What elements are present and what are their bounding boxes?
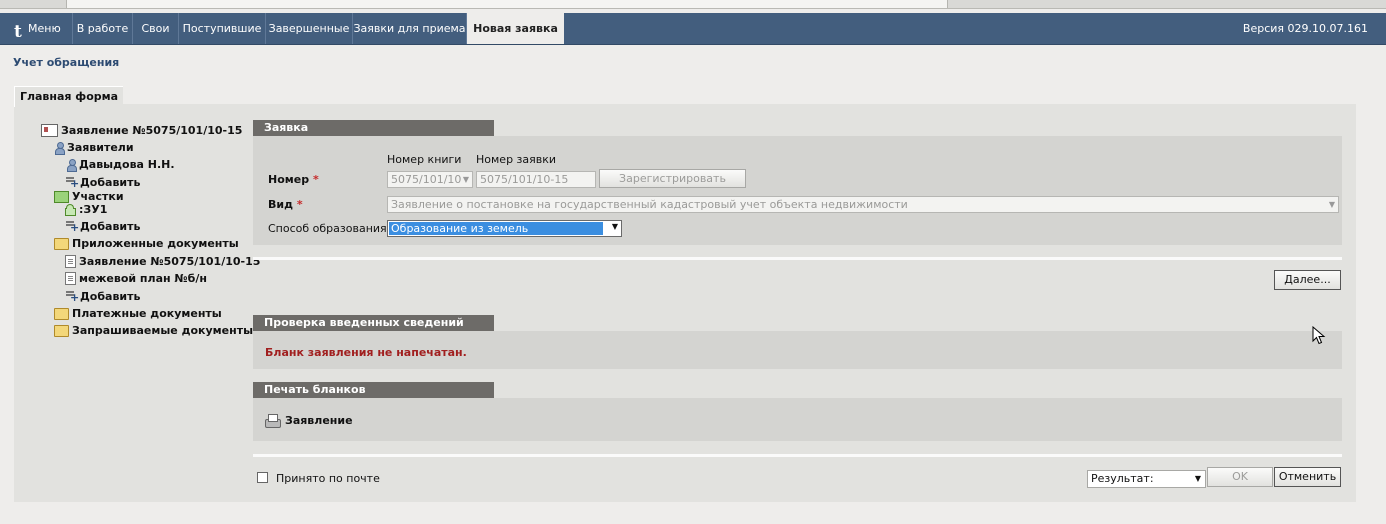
tree-attached-docs-label: Приложенные документы [72, 237, 239, 250]
tab-requests-for-reception[interactable]: Заявки для приема [353, 13, 467, 44]
request-number-value: 5075/101/10-15 [480, 173, 569, 186]
folder-icon [54, 307, 69, 320]
tree-plot-label: :ЗУ1 [79, 203, 108, 216]
tree-add-label: Добавить [80, 290, 141, 303]
tab-new-request[interactable]: Новая заявка [467, 13, 564, 44]
result-select[interactable]: Результат: ▼ [1087, 470, 1206, 488]
chevron-down-icon: ▼ [1194, 474, 1201, 483]
request-number-column-label: Номер заявки [476, 153, 557, 166]
formation-method-select[interactable]: Образование из земель ▼ [387, 220, 622, 237]
ok-button[interactable]: OK [1207, 467, 1273, 487]
footer-divider [253, 454, 1342, 457]
menu-label: Меню [28, 22, 61, 35]
folder-green-icon [54, 190, 69, 203]
required-marker: * [296, 198, 303, 211]
received-by-mail-checkbox[interactable] [257, 472, 268, 483]
tree-add-applicant[interactable]: Добавить [66, 176, 140, 189]
print-application-link[interactable]: Заявление [265, 414, 353, 428]
tree-root-label: Заявление №5075/101/10-15 [61, 124, 243, 137]
section-divider [253, 257, 1342, 260]
tree-add-plot[interactable]: Добавить [66, 220, 140, 233]
folder-icon [54, 324, 69, 337]
cancel-button[interactable]: Отменить [1274, 467, 1341, 487]
tree-payment-docs[interactable]: Платежные документы [54, 307, 222, 320]
person-icon [66, 158, 77, 172]
type-label: Вид * [268, 198, 303, 211]
app-logo-icon: t [14, 22, 22, 42]
chevron-down-icon: ▼ [462, 175, 469, 184]
print-application-label: Заявление [285, 414, 353, 427]
tab-own[interactable]: Свои [133, 13, 179, 44]
tree-applicant-label: Давыдова Н.Н. [79, 158, 175, 171]
tree-plots[interactable]: Участки [54, 190, 124, 203]
tree-attached-doc-item[interactable]: межевой план №б/н [65, 272, 207, 285]
document-icon [65, 272, 76, 285]
next-button[interactable]: Далее... [1274, 270, 1341, 290]
tree-plot-item[interactable]: :ЗУ1 [64, 203, 107, 216]
tree-applicants-label: Заявители [67, 141, 134, 154]
request-section-header: Заявка [253, 120, 494, 136]
print-section-header: Печать бланков [253, 382, 494, 398]
formation-method-label: Способ образования ЗУ [268, 222, 404, 235]
tree-attached-doc-label: межевой план №б/н [79, 272, 207, 285]
browser-tab[interactable] [66, 0, 948, 8]
tree-applicants[interactable]: Заявители [54, 141, 134, 155]
chevron-down-icon: ▼ [611, 222, 618, 231]
tab-in-work[interactable]: В работе [73, 13, 133, 44]
tree-add-label: Добавить [80, 176, 141, 189]
chevron-down-icon: ▼ [1328, 200, 1335, 209]
formation-method-value: Образование из земель [389, 222, 603, 235]
type-select[interactable]: Заявление о постановке на государственны… [387, 196, 1339, 213]
tree-applicant-item[interactable]: Давыдова Н.Н. [66, 158, 175, 172]
tree-attached-docs[interactable]: Приложенные документы [54, 237, 239, 250]
tab-incoming[interactable]: Поступившие [179, 13, 266, 44]
add-icon [66, 221, 79, 233]
page-title: Учет обращения [13, 56, 120, 69]
type-label-text: Вид [268, 198, 293, 211]
book-number-select[interactable]: 5075/101/10 ▼ [387, 171, 473, 188]
print-section-body [253, 398, 1342, 441]
number-label: Номер * [268, 173, 319, 186]
number-label-text: Номер [268, 173, 310, 186]
menu-button[interactable]: t Меню [0, 13, 73, 44]
mouse-cursor-icon [1312, 326, 1326, 345]
printer-icon [265, 414, 281, 428]
tab-completed[interactable]: Завершенные [266, 13, 353, 44]
land-plot-icon [64, 204, 76, 216]
request-number-input[interactable]: 5075/101/10-15 [476, 171, 596, 188]
required-marker: * [312, 173, 319, 186]
tree-attached-doc-item[interactable]: Заявление №5075/101/10-15 [65, 255, 260, 268]
received-by-mail-label: Принято по почте [276, 472, 380, 485]
tree-add-label: Добавить [80, 220, 141, 233]
add-icon [66, 177, 79, 189]
check-error-message: Бланк заявления не напечатан. [265, 346, 467, 359]
tab-main-form[interactable]: Главная форма [14, 86, 123, 107]
tree-add-document[interactable]: Добавить [66, 290, 140, 303]
browser-tab-strip [0, 0, 1386, 9]
check-section-header: Проверка введенных сведений [253, 315, 494, 331]
add-icon [66, 291, 79, 303]
top-navbar: t Меню В работе Свои Поступившие Заверше… [0, 13, 1386, 45]
result-select-value: Результат: [1091, 472, 1154, 485]
application-card-icon [41, 124, 58, 137]
version-label: Версия 029.10.07.161 [1242, 22, 1368, 35]
book-number-column-label: Номер книги [387, 153, 462, 166]
tree-requested-docs[interactable]: Запрашиваемые документы [54, 324, 253, 337]
tree-attached-doc-label: Заявление №5075/101/10-15 [79, 255, 261, 268]
tree-payment-docs-label: Платежные документы [72, 307, 222, 320]
register-button[interactable]: Зарегистрировать [599, 169, 746, 188]
applicants-icon [54, 141, 65, 155]
tree-plots-label: Участки [72, 190, 124, 203]
tree-root[interactable]: Заявление №5075/101/10-15 [41, 124, 242, 137]
folder-icon [54, 237, 69, 250]
book-number-value: 5075/101/10 [391, 173, 462, 186]
tree-requested-docs-label: Запрашиваемые документы [72, 324, 254, 337]
document-icon [65, 255, 76, 268]
type-value: Заявление о постановке на государственны… [391, 198, 908, 211]
